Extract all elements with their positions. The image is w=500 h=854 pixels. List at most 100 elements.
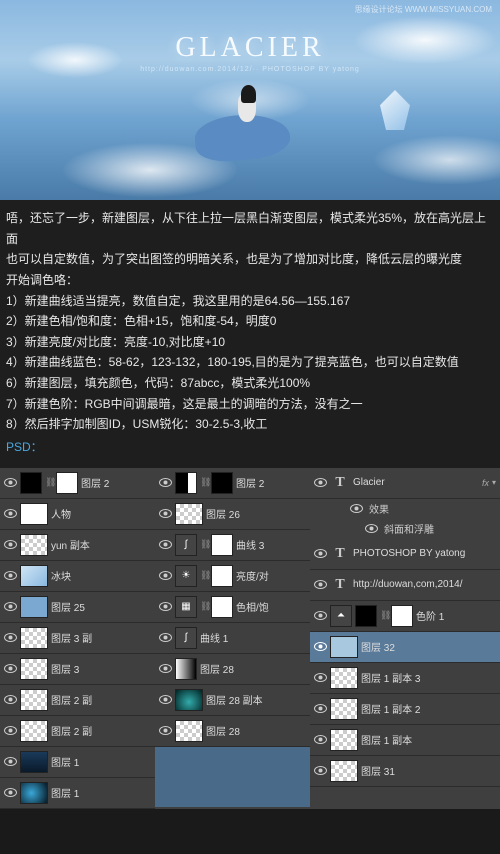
layer-row[interactable]: ⛓图层 2: [0, 468, 155, 499]
layers-column-3: TGlacierfx▾ 效果 斜面和浮雕 TPHOTOSHOP BY yaton…: [310, 468, 500, 809]
layer-row[interactable]: yun 副本: [0, 530, 155, 561]
visibility-icon[interactable]: [314, 640, 327, 653]
intro-line: 唔，还忘了一步，新建图层，从下往上拉一层黑白渐变图层，模式柔光35%，放在高光层…: [6, 208, 494, 249]
layer-row[interactable]: 图层 1: [0, 778, 155, 809]
layer-row[interactable]: 图层 28 副本: [155, 685, 310, 716]
psd-label: PSD：: [6, 435, 494, 460]
layer-row[interactable]: ∫曲线 1: [155, 623, 310, 654]
visibility-icon[interactable]: [4, 507, 17, 520]
visibility-icon[interactable]: [4, 569, 17, 582]
layer-row[interactable]: 图层 28: [155, 654, 310, 685]
layer-row[interactable]: 图层 1: [0, 747, 155, 778]
layer-name: 冰块: [51, 568, 151, 583]
layer-row[interactable]: 冰块: [0, 561, 155, 592]
layer-row[interactable]: 图层 3 副: [0, 623, 155, 654]
visibility-icon[interactable]: [4, 755, 17, 768]
visibility-icon[interactable]: [314, 476, 327, 489]
levels-icon: ⏶: [330, 605, 352, 627]
link-icon: ⛓: [200, 477, 208, 488]
link-icon: ⛓: [45, 477, 53, 488]
layer-mask: [56, 472, 78, 494]
layer-row[interactable]: 图层 26: [155, 499, 310, 530]
layer-name: 图层 3: [51, 661, 151, 676]
layer-row[interactable]: ∫⛓曲线 3: [155, 530, 310, 561]
visibility-icon[interactable]: [159, 600, 172, 613]
curves-icon: ∫: [175, 627, 197, 649]
layer-thumb: [175, 720, 203, 742]
effect-item[interactable]: 斜面和浮雕: [310, 519, 500, 539]
visibility-icon[interactable]: [314, 609, 327, 622]
layer-row-selected[interactable]: 图层 32: [310, 632, 500, 663]
visibility-icon[interactable]: [4, 693, 17, 706]
layer-thumb: [175, 689, 203, 711]
layer-row[interactable]: 图层 1 副本 2: [310, 694, 500, 725]
layer-row[interactable]: 人物: [0, 499, 155, 530]
layer-name: 图层 28: [200, 661, 306, 676]
visibility-icon[interactable]: [159, 662, 172, 675]
visibility-icon[interactable]: [314, 702, 327, 715]
layer-name: 图层 28: [206, 723, 306, 738]
layer-thumb: [330, 667, 358, 689]
layer-row[interactable]: 图层 1 副本 3: [310, 663, 500, 694]
layer-name: 图层 26: [206, 506, 306, 521]
layer-name: 曲线 1: [200, 630, 306, 645]
layer-row[interactable]: 图层 2 副: [0, 716, 155, 747]
visibility-icon[interactable]: [159, 507, 172, 520]
visibility-icon[interactable]: [314, 578, 327, 591]
layer-row[interactable]: 图层 3: [0, 654, 155, 685]
layer-row[interactable]: 图层 1 副本: [310, 725, 500, 756]
visibility-icon[interactable]: [159, 693, 172, 706]
layer-row[interactable]: 图层 28: [155, 716, 310, 747]
layer-row[interactable]: ☀⛓亮度/对: [155, 561, 310, 592]
visibility-icon[interactable]: [350, 502, 363, 515]
layer-mask: [211, 472, 233, 494]
visibility-icon[interactable]: [159, 538, 172, 551]
layer-name: 人物: [51, 506, 151, 521]
visibility-icon[interactable]: [4, 600, 17, 613]
visibility-icon[interactable]: [314, 764, 327, 777]
layer-name: yun 副本: [51, 537, 151, 552]
brightness-icon: ☀: [175, 565, 197, 587]
layer-row[interactable]: 图层 25: [0, 592, 155, 623]
layer-name: 曲线 3: [236, 537, 306, 552]
layer-row[interactable]: 图层 31: [310, 756, 500, 787]
visibility-icon[interactable]: [4, 786, 17, 799]
layer-row[interactable]: ⏶⛓色阶 1: [310, 601, 500, 632]
layer-thumb: [20, 751, 48, 773]
visibility-icon[interactable]: [314, 671, 327, 684]
layer-name: 图层 2 副: [51, 723, 151, 738]
layer-mask: [391, 605, 413, 627]
layer-row[interactable]: Thttp://duowan,com,2014/: [310, 570, 500, 601]
layer-thumb: [20, 472, 42, 494]
visibility-icon[interactable]: [314, 547, 327, 560]
fx-badge[interactable]: fx: [482, 478, 489, 488]
visibility-icon[interactable]: [159, 476, 172, 489]
layer-thumb: [20, 720, 48, 742]
intro-line: 开始调色咯：: [6, 270, 494, 291]
layer-row[interactable]: 图层 2 副: [0, 685, 155, 716]
layer-row[interactable]: ▦⛓色相/饱: [155, 592, 310, 623]
visibility-icon[interactable]: [4, 724, 17, 737]
layer-name: 图层 1: [51, 754, 151, 769]
visibility-icon[interactable]: [4, 631, 17, 644]
chevron-down-icon[interactable]: ▾: [492, 478, 496, 487]
intro-line: 也可以自定数值，为了突出图签的明暗关系，也是为了增加对比度，降低云层的曝光度: [6, 249, 494, 270]
layer-row[interactable]: TPHOTOSHOP BY yatong: [310, 539, 500, 570]
visibility-icon[interactable]: [159, 569, 172, 582]
link-icon: ⛓: [380, 610, 388, 621]
visibility-icon[interactable]: [159, 724, 172, 737]
empty-area: [155, 747, 310, 807]
layer-row[interactable]: TGlacierfx▾: [310, 468, 500, 499]
hero-image: 思缘设计论坛 WWW.MISSYUAN.COM GLACIER http://d…: [0, 0, 500, 200]
visibility-icon[interactable]: [4, 538, 17, 551]
visibility-icon[interactable]: [159, 631, 172, 644]
visibility-icon[interactable]: [314, 733, 327, 746]
layer-row[interactable]: ⛓ 图层 2: [155, 468, 310, 499]
layer-name: 图层 2: [236, 475, 306, 490]
effects-header[interactable]: 效果: [310, 499, 500, 519]
visibility-icon[interactable]: [365, 522, 378, 535]
visibility-icon[interactable]: [4, 476, 17, 489]
visibility-icon[interactable]: [4, 662, 17, 675]
layer-mask: [211, 596, 233, 618]
layer-name: 图层 3 副: [51, 630, 151, 645]
